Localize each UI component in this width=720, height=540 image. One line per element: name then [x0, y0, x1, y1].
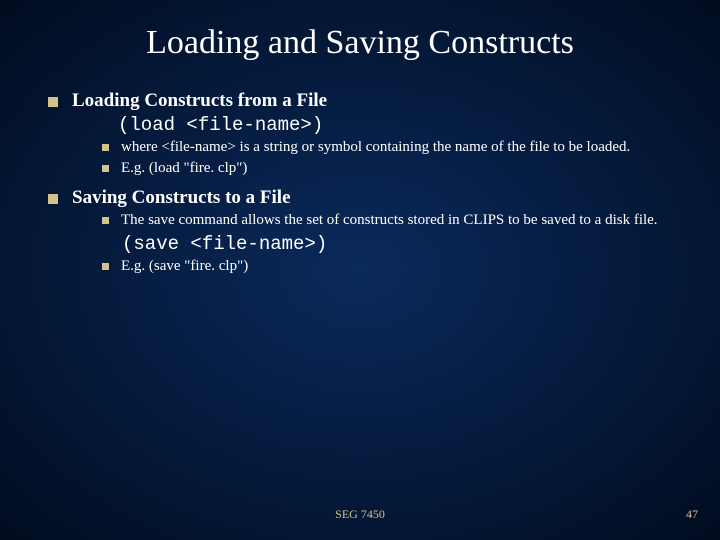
code-load: (load <file-name>): [118, 114, 672, 136]
sub-bullet: The save command allows the set of const…: [102, 211, 672, 231]
sub-bullet: E.g. (load "fire. clp"): [102, 159, 672, 179]
footer-course: SEG 7450: [0, 507, 720, 522]
sub-text: E.g. (load "fire. clp"): [121, 159, 247, 179]
sub-bullet: where <file-name> is a string or symbol …: [102, 138, 672, 158]
square-bullet-icon: [102, 217, 109, 224]
sub-text: E.g. (save "fire. clp"): [121, 257, 248, 277]
bullet-loading-heading: Loading Constructs from a File: [48, 90, 672, 112]
bullet-saving-heading: Saving Constructs to a File: [48, 187, 672, 209]
heading-text: Loading Constructs from a File: [72, 90, 327, 112]
sub-text: The save command allows the set of const…: [121, 211, 658, 231]
square-bullet-icon: [102, 165, 109, 172]
square-bullet-icon: [102, 263, 109, 270]
square-bullet-icon: [48, 97, 58, 107]
square-bullet-icon: [48, 194, 58, 204]
slide-title: Loading and Saving Constructs: [48, 24, 672, 62]
footer-page-number: 47: [686, 507, 698, 522]
sub-text: where <file-name> is a string or symbol …: [121, 138, 630, 158]
slide: Loading and Saving Constructs Loading Co…: [0, 0, 720, 540]
square-bullet-icon: [102, 144, 109, 151]
sub-bullet: E.g. (save "fire. clp"): [102, 257, 672, 277]
heading-text: Saving Constructs to a File: [72, 187, 291, 209]
code-save: (save <file-name>): [122, 233, 672, 255]
